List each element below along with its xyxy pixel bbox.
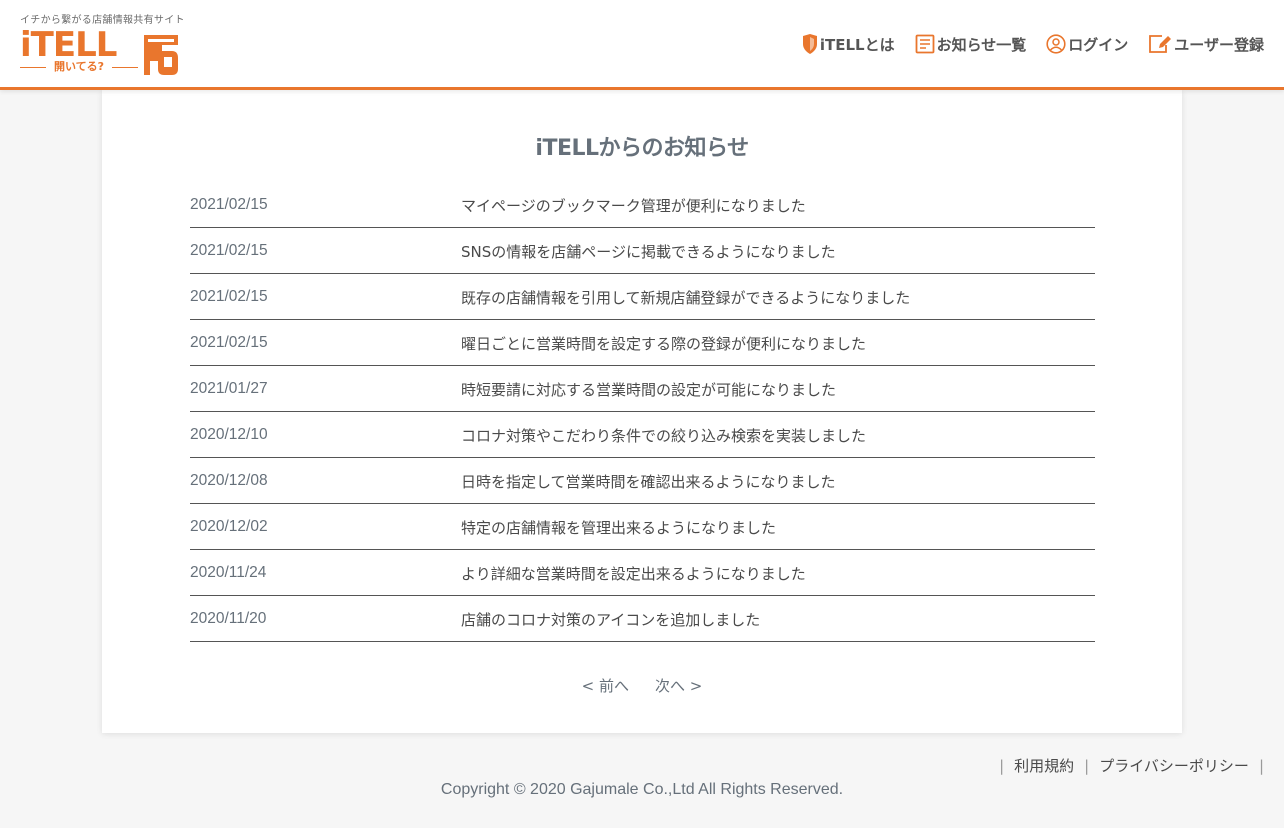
logo-text: iTELL — [20, 25, 117, 65]
nav-news[interactable]: お知らせ一覧 — [915, 34, 1027, 55]
news-date: 2020/12/08 — [190, 472, 268, 489]
news-date: 2020/11/24 — [190, 564, 267, 581]
news-date: 2020/12/10 — [190, 426, 268, 443]
footer-links: | 利用規約 | プライバシーポリシー | — [999, 755, 1264, 776]
prev-page-link[interactable]: < 前へ — [582, 675, 629, 696]
news-title-link[interactable]: SNSの情報を店舗ページに掲載できるようになりました — [461, 241, 836, 262]
news-row[interactable]: 2020/12/08 日時を指定して営業時間を確認出来るようになりました — [190, 458, 1095, 504]
news-title-link[interactable]: より詳細な営業時間を設定出来るようになりました — [461, 563, 806, 584]
news-row[interactable]: 2020/12/02 特定の店舗情報を管理出来るようになりました — [190, 504, 1095, 550]
nav-about[interactable]: iTELLとは — [802, 34, 895, 55]
site-header: イチから繋がる店舗情報共有サイト iTELL 開いてる? iTELLとは お知ら… — [0, 0, 1284, 90]
news-date: 2020/11/20 — [190, 610, 267, 627]
news-title-link[interactable]: 曜日ごとに営業時間を設定する際の登録が便利になりました — [461, 333, 866, 354]
main-nav: iTELLとは お知らせ一覧 ログイン ユーザー登録 — [802, 32, 1264, 56]
news-row[interactable]: 2021/02/15 マイページのブックマーク管理が便利になりました — [190, 182, 1095, 228]
news-row[interactable]: 2021/01/27 時短要請に対応する営業時間の設定が可能になりました — [190, 366, 1095, 412]
news-row[interactable]: 2021/02/15 曜日ごとに営業時間を設定する際の登録が便利になりました — [190, 320, 1095, 366]
copyright: Copyright © 2020 Gajumale Co.,Ltd All Ri… — [440, 781, 844, 798]
news-title-link[interactable]: 日時を指定して営業時間を確認出来るようになりました — [461, 471, 836, 492]
footer-separator: | — [1084, 756, 1090, 775]
news-row[interactable]: 2021/02/15 SNSの情報を店舗ページに掲載できるようになりました — [190, 228, 1095, 274]
news-title-link[interactable]: 特定の店舗情報を管理出来るようになりました — [461, 517, 776, 538]
nav-news-label: お知らせ一覧 — [936, 35, 1027, 54]
user-icon — [1046, 34, 1066, 54]
nav-login[interactable]: ログイン — [1046, 34, 1128, 55]
pagination: < 前へ 次へ > — [102, 675, 1182, 696]
news-date: 2021/01/27 — [190, 380, 268, 397]
news-list: 2021/02/15 マイページのブックマーク管理が便利になりました 2021/… — [190, 182, 1095, 642]
page-title: iTELLからのお知らせ — [535, 136, 749, 161]
footer-separator: | — [999, 756, 1005, 775]
news-date: 2021/02/15 — [190, 288, 268, 305]
news-date: 2020/12/02 — [190, 518, 268, 535]
edit-icon — [1149, 35, 1172, 53]
news-row[interactable]: 2021/02/15 既存の店舗情報を引用して新規店舗登録ができるようになりまし… — [190, 274, 1095, 320]
nav-about-label: iTELLとは — [819, 35, 895, 54]
news-row[interactable]: 2020/11/24 より詳細な営業時間を設定出来るようになりました — [190, 550, 1095, 596]
news-date: 2021/02/15 — [190, 196, 268, 213]
news-card: iTELLからのお知らせ 2021/02/15 マイページのブックマーク管理が便… — [102, 90, 1182, 733]
next-page-link[interactable]: 次へ > — [655, 675, 702, 696]
nav-register-label: ユーザー登録 — [1174, 35, 1264, 54]
storefront-logo-icon — [144, 35, 178, 75]
shield-icon — [802, 34, 817, 54]
document-icon — [915, 34, 934, 54]
news-date: 2021/02/15 — [190, 242, 268, 259]
news-title-link[interactable]: 既存の店舗情報を引用して新規店舗登録ができるようになりました — [461, 287, 910, 308]
terms-link[interactable]: 利用規約 — [1014, 755, 1074, 776]
news-date: 2021/02/15 — [190, 334, 268, 351]
news-row[interactable]: 2020/12/10 コロナ対策やこだわり条件での絞り込み検索を実装しました — [190, 412, 1095, 458]
site-logo[interactable]: iTELL 開いてる? — [20, 25, 182, 77]
logo-subtitle: 開いてる? — [20, 61, 138, 73]
nav-register[interactable]: ユーザー登録 — [1148, 34, 1264, 55]
privacy-policy-link[interactable]: プライバシーポリシー — [1099, 755, 1249, 776]
news-title-link[interactable]: 時短要請に対応する営業時間の設定が可能になりました — [461, 379, 836, 400]
news-title-link[interactable]: マイページのブックマーク管理が便利になりました — [461, 195, 806, 216]
news-row[interactable]: 2020/11/20 店舗のコロナ対策のアイコンを追加しました — [190, 596, 1095, 642]
footer-separator: | — [1258, 756, 1264, 775]
site-tagline: イチから繋がる店舗情報共有サイト — [20, 15, 185, 26]
news-title-link[interactable]: 店舗のコロナ対策のアイコンを追加しました — [461, 609, 760, 630]
nav-login-label: ログイン — [1068, 35, 1129, 54]
news-title-link[interactable]: コロナ対策やこだわり条件での絞り込み検索を実装しました — [461, 425, 866, 446]
